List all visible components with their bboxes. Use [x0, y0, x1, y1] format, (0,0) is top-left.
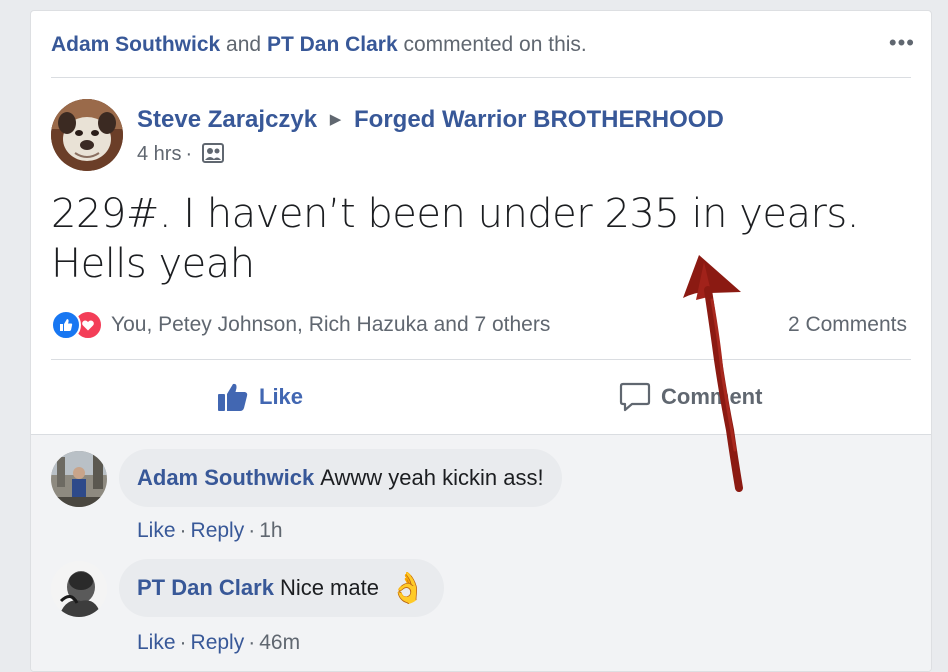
reactions-divider	[51, 359, 911, 360]
meta-separator: ·	[185, 143, 193, 165]
comment-author-name[interactable]: Adam Southwick	[137, 465, 314, 491]
comments-section: Adam Southwick Awww yeah kickin ass! Lik…	[31, 434, 931, 671]
reaction-names[interactable]: You, Petey Johnson, Rich Hazuka and 7 ot…	[111, 313, 550, 337]
comment-timestamp[interactable]: 1h	[259, 519, 282, 542]
feed-story-card: Adam Southwick and PT Dan Clark commente…	[30, 10, 932, 672]
comment-author-name[interactable]: PT Dan Clark	[137, 575, 274, 601]
author-avatar[interactable]	[51, 99, 123, 171]
activity-header: Adam Southwick and PT Dan Clark commente…	[51, 31, 911, 59]
comment-action-separator: ·	[248, 631, 256, 654]
comment-like-link[interactable]: Like	[137, 631, 176, 654]
post-author-name[interactable]: Steve Zarajczyk	[137, 106, 317, 133]
activity-suffix: commented on this.	[403, 33, 587, 56]
post-group-name[interactable]: Forged Warrior BROTHERHOOD	[354, 106, 724, 133]
activity-name-adam[interactable]: Adam Southwick	[51, 33, 220, 56]
comment-bubble-dan: PT Dan Clark Nice mate 👌	[119, 559, 445, 617]
like-reaction-icon	[51, 310, 81, 340]
thumbs-up-icon	[218, 383, 248, 411]
comment-reply-link[interactable]: Reply	[191, 519, 245, 542]
comment-button-label: Comment	[661, 384, 763, 409]
post-timestamp[interactable]: 4 hrs	[137, 143, 181, 165]
adam-avatar-image	[51, 451, 107, 507]
commenter-avatar-adam[interactable]	[51, 451, 107, 507]
comment-action-separator: ·	[248, 519, 256, 542]
comment-reply-link[interactable]: Reply	[191, 631, 245, 654]
group-photo-icon	[201, 143, 224, 163]
like-button[interactable]: Like	[217, 379, 303, 415]
comment-action-separator: ·	[179, 519, 187, 542]
comment-timestamp[interactable]: 46m	[259, 631, 300, 654]
comment-bubble-adam: Adam Southwick Awww yeah kickin ass!	[119, 449, 562, 507]
more-options-icon[interactable]: •••	[889, 32, 915, 54]
post-author-line: Steve Zarajczyk ▶ Forged Warrior BROTHER…	[137, 106, 724, 134]
comment-action-separator: ·	[179, 631, 187, 654]
ok-hand-emoji-icon: 👌	[388, 570, 427, 606]
comment-actions: Like · Reply · 46m	[137, 631, 300, 655]
header-divider	[51, 77, 911, 78]
comment-button[interactable]: Comment	[619, 379, 762, 415]
comment-text: Awww yeah kickin ass!	[320, 465, 544, 490]
activity-joiner: and	[226, 33, 262, 56]
bulldog-avatar-image	[51, 99, 123, 171]
comment-like-link[interactable]: Like	[137, 519, 176, 542]
like-button-label: Like	[259, 384, 304, 409]
activity-name-dan[interactable]: PT Dan Clark	[267, 33, 398, 56]
comment-text: Nice mate	[279, 575, 379, 600]
reactions-summary[interactable]: You, Petey Johnson, Rich Hazuka and 7 ot…	[51, 309, 550, 341]
post-meta: 4 hrs ·	[137, 143, 224, 166]
commenter-avatar-dan[interactable]	[51, 561, 107, 617]
comment-count-link[interactable]: 2 Comments	[788, 309, 907, 341]
shared-to-arrow-icon: ▶	[329, 111, 342, 128]
post-text: 229#. I haven’t been under 235 in years.…	[51, 191, 860, 287]
comment-actions: Like · Reply · 1h	[137, 519, 283, 543]
dan-avatar-image	[51, 561, 107, 617]
comment-bubble-icon	[619, 382, 651, 412]
